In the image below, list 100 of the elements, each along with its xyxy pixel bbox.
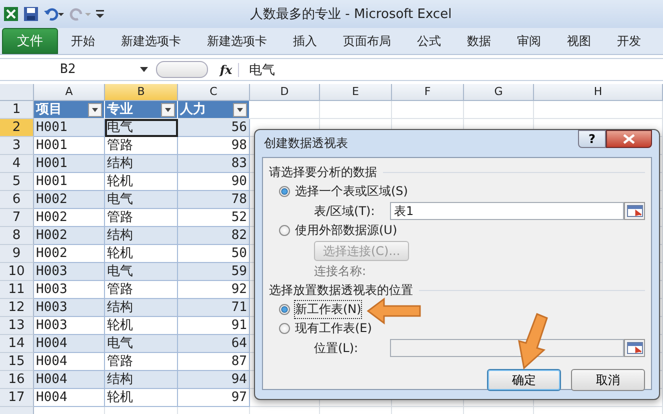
table-cell: H004 bbox=[34, 371, 105, 389]
table-cell: H004 bbox=[34, 389, 105, 407]
table-cell: 83 bbox=[178, 155, 250, 173]
undo-icon[interactable] bbox=[43, 6, 65, 22]
range-picker-button[interactable] bbox=[624, 339, 645, 357]
radio-button[interactable] bbox=[279, 323, 290, 334]
ribbon-tab[interactable]: 数据 bbox=[454, 28, 504, 54]
table-cell: H004 bbox=[34, 335, 105, 353]
column-header[interactable]: F bbox=[392, 84, 464, 101]
filter-dropdown-icon[interactable] bbox=[233, 102, 247, 116]
table-cell: H001 bbox=[34, 155, 105, 173]
table-cell: 轮机 bbox=[105, 389, 178, 407]
name-box[interactable]: B2 bbox=[0, 60, 156, 79]
row-header[interactable]: 13 bbox=[0, 317, 34, 335]
option-label: 使用外部数据源(U) bbox=[295, 222, 398, 239]
row-header[interactable]: 14 bbox=[0, 335, 34, 353]
ribbon-tab[interactable]: 页面布局 bbox=[330, 28, 404, 54]
ribbon-tab[interactable]: 公式 bbox=[404, 28, 454, 54]
option-label: 选择一个表或区域(S) bbox=[295, 183, 408, 200]
ribbon-tab[interactable]: 插入 bbox=[280, 28, 330, 54]
row-header[interactable]: 6 bbox=[0, 191, 34, 209]
filter-dropdown-icon[interactable] bbox=[161, 102, 175, 116]
ribbon-tab[interactable]: 审阅 bbox=[504, 28, 554, 54]
row-header[interactable]: 4 bbox=[0, 155, 34, 173]
insert-function-button[interactable]: fx bbox=[214, 62, 239, 76]
dialog-title: 创建数据透视表 bbox=[264, 135, 348, 152]
ribbon-tab[interactable]: 新建选项卡 bbox=[108, 28, 194, 54]
table-cell: 94 bbox=[178, 371, 250, 389]
field-label: 位置(L): bbox=[314, 340, 360, 356]
table-cell: H002 bbox=[34, 191, 105, 209]
column-header[interactable]: C bbox=[178, 84, 250, 101]
radio-button[interactable] bbox=[279, 225, 290, 236]
column-header[interactable]: B bbox=[105, 84, 178, 101]
table-cell: H001 bbox=[34, 119, 105, 137]
table-cell: 59 bbox=[178, 263, 250, 281]
section-heading: 选择放置数据透视表的位置 bbox=[269, 282, 413, 298]
row-header[interactable]: 1 bbox=[0, 101, 34, 119]
excel-logo-icon bbox=[3, 6, 19, 22]
table-cell: 电气 bbox=[105, 263, 178, 281]
table-cell: 97 bbox=[178, 389, 250, 407]
column-header[interactable]: H bbox=[534, 84, 663, 101]
table-cell: 结构 bbox=[105, 299, 178, 317]
range-picker-button[interactable] bbox=[624, 202, 645, 220]
help-button[interactable]: ? bbox=[578, 130, 606, 148]
table-cell: 电气 bbox=[105, 119, 178, 137]
table-header-cell: 人力 bbox=[178, 101, 250, 119]
ribbon-tab[interactable]: 开始 bbox=[58, 28, 108, 54]
connection-name-label: 连接名称: bbox=[313, 263, 368, 280]
column-header[interactable]: G bbox=[464, 84, 534, 101]
table-cell: 71 bbox=[178, 299, 250, 317]
row-header[interactable]: 10 bbox=[0, 263, 34, 281]
column-header[interactable]: A bbox=[34, 84, 105, 101]
table-cell: 电气 bbox=[105, 335, 178, 353]
filter-dropdown-icon[interactable] bbox=[88, 102, 102, 116]
range-select-icon bbox=[626, 205, 642, 217]
table-cell: H003 bbox=[34, 299, 105, 317]
row-header[interactable]: 12 bbox=[0, 299, 34, 317]
row-header[interactable]: 9 bbox=[0, 245, 34, 263]
row-header[interactable]: 2 bbox=[0, 119, 34, 137]
save-icon[interactable] bbox=[23, 6, 39, 22]
row-header[interactable]: 15 bbox=[0, 353, 34, 371]
ok-button[interactable]: 确定 bbox=[487, 369, 561, 391]
option-label: 现有工作表(E) bbox=[295, 320, 372, 337]
table-cell: 64 bbox=[178, 335, 250, 353]
table-cell: 结构 bbox=[105, 371, 178, 389]
section-heading: 请选择要分析的数据 bbox=[269, 164, 377, 180]
row-header[interactable]: 7 bbox=[0, 209, 34, 227]
column-header[interactable]: D bbox=[250, 84, 320, 101]
formula-divider-handle[interactable] bbox=[156, 61, 208, 78]
window-title: 人数最多的专业 - Microsoft Excel bbox=[250, 6, 452, 23]
table-header-cell: 专业 bbox=[105, 101, 178, 119]
table-cell: H003 bbox=[34, 263, 105, 281]
file-tab[interactable]: 文件 bbox=[2, 28, 58, 54]
field-label: 表/区域(T): bbox=[314, 202, 376, 220]
location-input[interactable] bbox=[390, 339, 624, 357]
table-cell: 56 bbox=[178, 119, 250, 137]
row-header[interactable]: 16 bbox=[0, 371, 34, 389]
row-header[interactable]: 5 bbox=[0, 173, 34, 191]
table-cell: 结构 bbox=[105, 155, 178, 173]
row-header[interactable]: 3 bbox=[0, 137, 34, 155]
row-header[interactable]: 8 bbox=[0, 227, 34, 245]
row-header[interactable]: 17 bbox=[0, 389, 34, 407]
range-select-icon bbox=[626, 342, 642, 354]
radio-button[interactable] bbox=[279, 304, 290, 315]
table-cell: 82 bbox=[178, 227, 250, 245]
radio-button[interactable] bbox=[279, 186, 290, 197]
table-header-cell: 项目 bbox=[34, 101, 105, 119]
cancel-button[interactable]: 取消 bbox=[571, 369, 645, 391]
ribbon-tab[interactable]: 视图 bbox=[554, 28, 604, 54]
close-button[interactable] bbox=[606, 130, 652, 148]
close-icon bbox=[623, 134, 635, 144]
table-cell: 结构 bbox=[105, 227, 178, 245]
formula-input[interactable]: 电气 bbox=[239, 60, 663, 78]
column-header[interactable]: E bbox=[320, 84, 392, 101]
ribbon-tab[interactable]: 开发 bbox=[604, 28, 654, 54]
option-label: 新工作表(N) bbox=[295, 301, 362, 318]
range-input[interactable]: 表1 bbox=[390, 202, 624, 220]
ribbon-tab[interactable]: 新建选项卡 bbox=[194, 28, 280, 54]
table-cell: H002 bbox=[34, 227, 105, 245]
row-header[interactable]: 11 bbox=[0, 281, 34, 299]
